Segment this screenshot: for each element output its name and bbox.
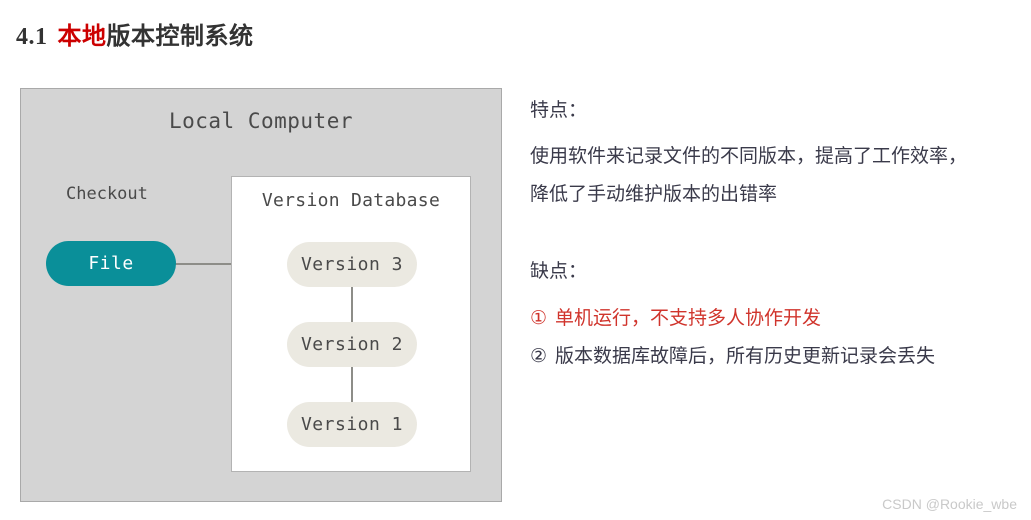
local-computer-title: Local Computer xyxy=(168,109,353,133)
version-node-1-label: Version 1 xyxy=(300,414,404,435)
pros-line-2: 降低了手动维护版本的出错率 xyxy=(530,183,778,205)
version-node-1[interactable]: Version 1 xyxy=(287,402,417,447)
pros-heading: 特点： xyxy=(530,100,588,121)
page-title-rest: 版本控制系统 xyxy=(106,24,254,50)
cons-item-1-text: 单机运行，不支持多人协作开发 xyxy=(555,307,822,329)
version-node-3-label: Version 3 xyxy=(300,254,404,275)
version-database-title: Version Database xyxy=(261,190,441,211)
cons-item-2-marker: ② xyxy=(530,345,548,367)
cons-item-2-text: 版本数据库故障后，所有历史更新记录会丢失 xyxy=(555,345,936,367)
watermark: CSDN @Rookie_wbe xyxy=(882,496,1017,512)
connector-version3-to-version2 xyxy=(351,282,353,327)
page-title-highlight: 本地 xyxy=(57,24,107,50)
cons-item-2: ② 版本数据库故障后，所有历史更新记录会丢失 xyxy=(530,338,1010,376)
version-database-box: Version Database Version 3 Version 2 Ver… xyxy=(231,176,471,472)
pros-line-1: 使用软件来记录文件的不同版本，提高了工作效率， xyxy=(530,145,968,167)
connector-version2-to-version1 xyxy=(351,362,353,407)
version-node-3[interactable]: Version 3 xyxy=(287,242,417,287)
version-node-2[interactable]: Version 2 xyxy=(287,322,417,367)
cons-heading: 缺点： xyxy=(530,260,588,282)
page-title-number: 4.1 xyxy=(16,24,48,50)
file-node-label: File xyxy=(88,253,134,274)
cons-item-1: ① 单机运行，不支持多人协作开发 xyxy=(530,300,1010,338)
notes-column: 特点： 使用软件来记录文件的不同版本，提高了工作效率， 降低了手动维护版本的出错… xyxy=(530,100,1010,376)
checkout-label: Checkout xyxy=(66,184,148,204)
cons-item-1-marker: ① xyxy=(530,307,548,329)
version-node-2-label: Version 2 xyxy=(300,334,404,355)
local-computer-panel: Local Computer Checkout File Version Dat… xyxy=(20,88,502,502)
file-node[interactable]: File xyxy=(46,241,176,286)
cons-block: 缺点： ① 单机运行，不支持多人协作开发 ② 版本数据库故障后，所有历史更新记录会丢… xyxy=(530,261,1010,376)
page-title: 4.1 本地版本控制系统 xyxy=(16,16,254,51)
